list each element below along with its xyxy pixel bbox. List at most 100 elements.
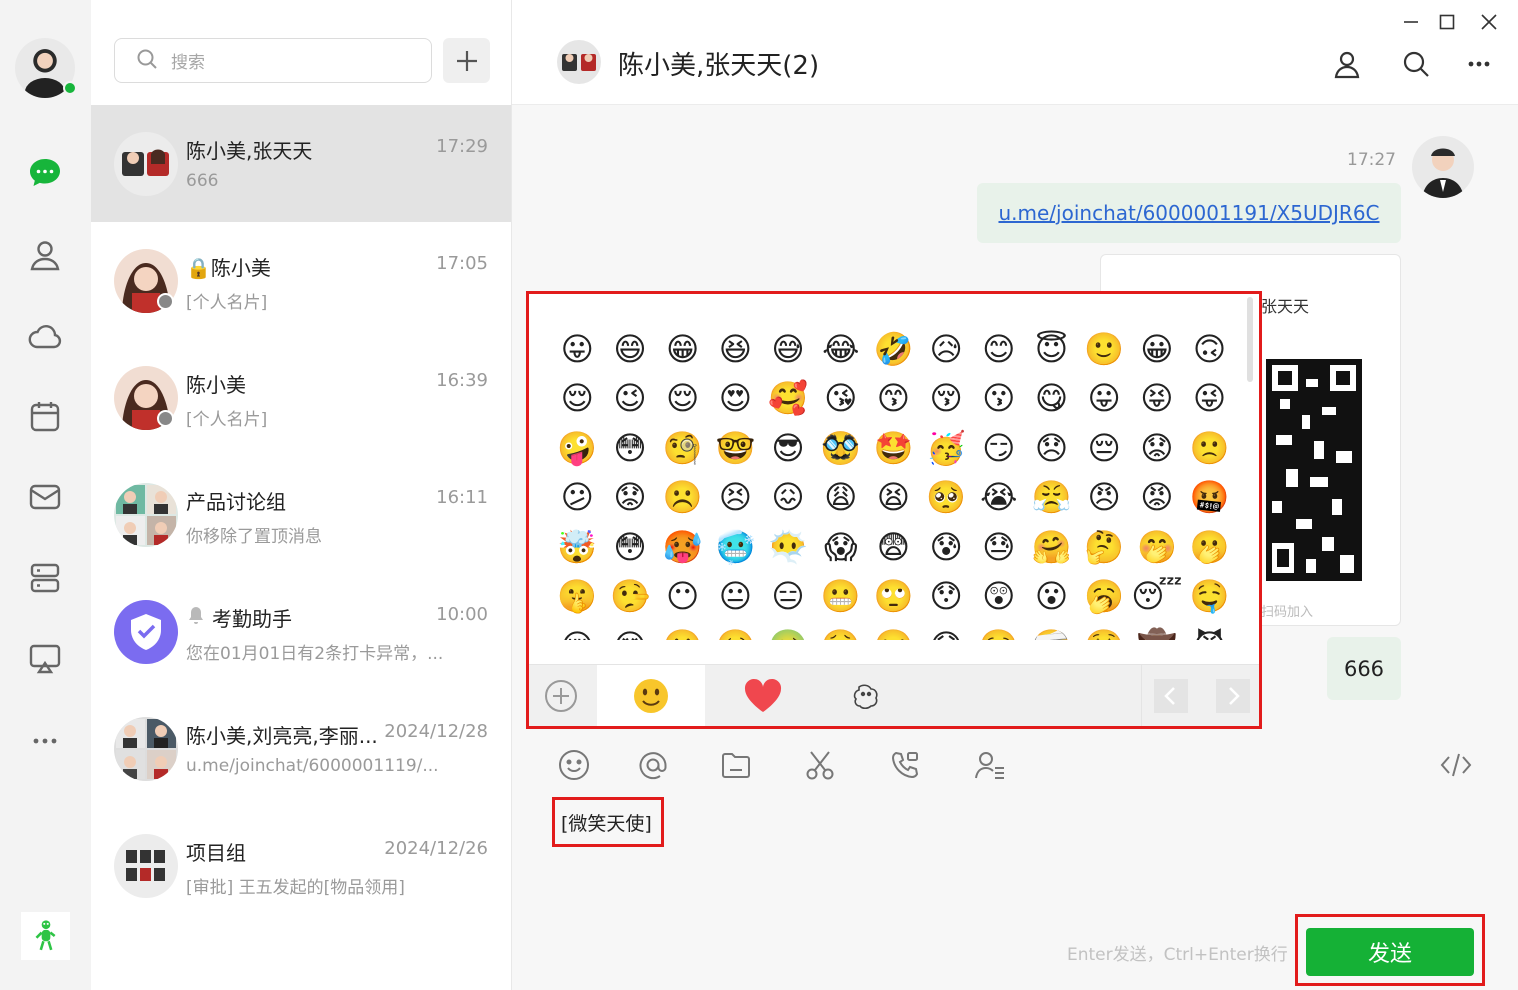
- emoji-item[interactable]: 🤪: [551, 423, 604, 473]
- smiley-tab-icon[interactable]: [597, 665, 705, 726]
- emoji-item[interactable]: 🤑: [1078, 621, 1131, 640]
- close-icon[interactable]: [1477, 10, 1501, 34]
- emoji-item[interactable]: 🤣: [867, 324, 920, 374]
- emoji-item[interactable]: 🤐: [656, 621, 709, 640]
- add-button[interactable]: [443, 38, 490, 83]
- emoji-item[interactable]: 😁: [656, 324, 709, 374]
- chat-bubble-icon[interactable]: [22, 149, 68, 195]
- mention-icon[interactable]: [634, 746, 672, 784]
- screen-share-icon[interactable]: [22, 636, 68, 682]
- emoji-item[interactable]: 🥸: [814, 423, 867, 473]
- emoji-item[interactable]: 😪: [551, 621, 604, 640]
- emoji-item[interactable]: 😭: [973, 473, 1026, 523]
- emoji-item[interactable]: 😠: [1078, 473, 1131, 523]
- emoji-item[interactable]: 😩: [814, 473, 867, 523]
- emoji-item[interactable]: 🥰: [762, 374, 815, 424]
- emoji-item[interactable]: 😂: [814, 324, 867, 374]
- emoji-item[interactable]: 😊: [973, 324, 1026, 374]
- conversation-item[interactable]: 项目组 2024/12/26 [审批] 王五发起的[物品领用]: [91, 807, 511, 924]
- conversation-item[interactable]: 陈小美,张天天 17:29 666: [91, 105, 511, 222]
- search-input[interactable]: 搜索: [171, 48, 205, 73]
- emoji-item[interactable]: 😎: [762, 423, 815, 473]
- emoji-item[interactable]: 🙃: [1183, 324, 1236, 374]
- emoji-item[interactable]: 🙂: [1078, 324, 1131, 374]
- emoji-item[interactable]: 😵: [604, 621, 657, 640]
- emoji-item[interactable]: 🤕: [1025, 621, 1078, 640]
- search-box[interactable]: 搜索: [114, 38, 432, 83]
- emoji-item[interactable]: 🥴: [709, 621, 762, 640]
- conversation-item[interactable]: 陈小美,刘亮亮,李丽... 2024/12/28 u.me/joinchat/6…: [91, 690, 511, 807]
- cloud-icon[interactable]: [22, 313, 68, 359]
- emoji-item[interactable]: 😍: [709, 374, 762, 424]
- emoji-item[interactable]: 😉: [604, 374, 657, 424]
- emoji-item[interactable]: 😳: [604, 522, 657, 572]
- emoji-item[interactable]: 🤢: [762, 621, 815, 640]
- emoji-item[interactable]: 😟: [1131, 423, 1184, 473]
- emoji-item[interactable]: 😫: [867, 473, 920, 523]
- emoji-item[interactable]: ☹️: [656, 473, 709, 523]
- emoji-item[interactable]: 🥱: [1078, 572, 1131, 622]
- emoji-item[interactable]: 😰: [920, 522, 973, 572]
- scissors-icon[interactable]: [801, 746, 839, 784]
- message-input[interactable]: [微笑天使]: [552, 797, 664, 847]
- emoji-item[interactable]: 😏: [973, 423, 1026, 473]
- emoji-item[interactable]: 🤒: [973, 621, 1026, 640]
- sticker-tab-icon[interactable]: [821, 665, 911, 726]
- emoji-item[interactable]: 😶‍🌫️: [762, 522, 815, 572]
- emoji-item[interactable]: 😕: [551, 473, 604, 523]
- mail-icon[interactable]: [22, 474, 68, 520]
- conversation-item[interactable]: 产品讨论组 16:11 你移除了置顶消息: [91, 456, 511, 573]
- emoji-item[interactable]: 🤗: [1025, 522, 1078, 572]
- contacts-icon[interactable]: [22, 232, 68, 278]
- emoji-item[interactable]: 😯: [920, 572, 973, 622]
- emoji-item[interactable]: 😑: [762, 572, 815, 622]
- maximize-icon[interactable]: [1435, 10, 1459, 34]
- robot-app-icon[interactable]: [21, 912, 70, 960]
- emoji-item[interactable]: 🫢: [1183, 522, 1236, 572]
- emoji-item[interactable]: 😬: [814, 572, 867, 622]
- emoji-item[interactable]: 🤔: [1078, 522, 1131, 572]
- calendar-icon[interactable]: [22, 393, 68, 439]
- emoji-item[interactable]: 😡: [1131, 473, 1184, 523]
- emoji-item[interactable]: 😶: [656, 572, 709, 622]
- emoji-item[interactable]: 😇: [1025, 324, 1078, 374]
- emoji-item[interactable]: 🤮: [814, 621, 867, 640]
- more-icon[interactable]: [22, 718, 68, 764]
- emoji-item[interactable]: 😟: [604, 473, 657, 523]
- emoji-item[interactable]: 😀: [1131, 324, 1184, 374]
- code-icon[interactable]: [1437, 746, 1475, 784]
- folder-icon[interactable]: [717, 746, 755, 784]
- my-avatar[interactable]: [1412, 136, 1474, 198]
- emoji-item[interactable]: 🥳: [920, 423, 973, 473]
- emoji-item[interactable]: 🥵: [656, 522, 709, 572]
- emoji-item[interactable]: 🤠: [1131, 621, 1184, 640]
- emoji-item[interactable]: 😌: [551, 374, 604, 424]
- emoji-item[interactable]: 😙: [867, 374, 920, 424]
- emoji-icon[interactable]: [555, 746, 593, 784]
- emoji-item[interactable]: 😤: [1025, 473, 1078, 523]
- members-icon[interactable]: [1329, 46, 1365, 82]
- emoji-prev-page-icon[interactable]: [1141, 665, 1200, 726]
- emoji-item[interactable]: 🤧: [867, 621, 920, 640]
- send-button[interactable]: 发送: [1306, 928, 1474, 976]
- emoji-item[interactable]: 😜: [1183, 374, 1236, 424]
- emoji-item[interactable]: 😝: [1131, 374, 1184, 424]
- emoji-item[interactable]: 😱: [814, 522, 867, 572]
- emoji-item[interactable]: 😄: [604, 324, 657, 374]
- call-icon[interactable]: [886, 746, 924, 784]
- emoji-item[interactable]: 🤫: [551, 572, 604, 622]
- emoji-item[interactable]: 🤓: [709, 423, 762, 473]
- emoji-item[interactable]: 😥: [920, 324, 973, 374]
- emoji-item[interactable]: 🙄: [867, 572, 920, 622]
- emoji-item[interactable]: 😔: [1078, 423, 1131, 473]
- emoji-item[interactable]: 😨: [867, 522, 920, 572]
- emoji-item[interactable]: 😗: [973, 374, 1026, 424]
- chat-search-icon[interactable]: [1398, 46, 1434, 82]
- emoji-item[interactable]: 😐: [709, 572, 762, 622]
- emoji-item[interactable]: 😷: [920, 621, 973, 640]
- emoji-item[interactable]: 😓: [973, 522, 1026, 572]
- conversation-item[interactable]: 🔒陈小美 17:05 [个人名片]: [91, 222, 511, 339]
- emoji-item[interactable]: 🥶: [709, 522, 762, 572]
- contact-card-icon[interactable]: [971, 746, 1009, 784]
- emoji-item[interactable]: 🤬: [1183, 473, 1236, 523]
